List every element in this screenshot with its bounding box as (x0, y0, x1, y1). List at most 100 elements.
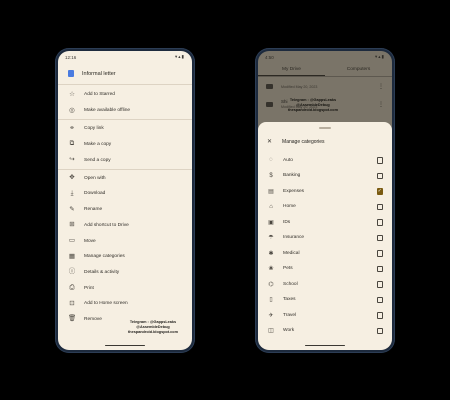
menu-item-label: Send a copy (84, 157, 111, 163)
expenses-icon: ▤ (268, 188, 274, 195)
category-item[interactable]: $ Banking (258, 168, 392, 184)
status-time: 4:50 (265, 54, 274, 60)
menu-item[interactable]: ⊡ Add to Home screen (58, 296, 192, 312)
link-icon: ⚭ (69, 124, 75, 132)
category-item[interactable]: ◫ Work (258, 323, 392, 339)
menu-item-label: Make a copy (84, 141, 112, 147)
sheet-header: ✕ Manage categories (258, 135, 392, 149)
right-phone: 4:50 ▾▴▮ My Drive Computers Modified May… (255, 48, 395, 353)
category-item[interactable]: ◌ Auto (258, 153, 392, 169)
category-checkbox[interactable] (376, 265, 383, 272)
menu-item[interactable]: ↪ Send a copy (58, 152, 192, 168)
menu-item[interactable]: ⚭ Copy link (58, 121, 192, 137)
download-icon: ⤓ (70, 189, 74, 197)
menu-item[interactable]: ⧉ Make a copy (58, 137, 192, 153)
category-label: Pets (283, 266, 293, 272)
drag-handle[interactable] (319, 127, 331, 129)
menu-item[interactable]: ⓘ Details & activity (58, 265, 192, 281)
menu-item-label: Add to Starred (84, 92, 115, 98)
left-phone: 12:16 ▾▴▮ Informal letter ☆ Add to Starre… (55, 48, 195, 353)
category-label: Insurance (283, 235, 305, 241)
category-checkbox[interactable] (376, 312, 383, 319)
category-label: School (283, 281, 298, 287)
category-checkbox[interactable] (376, 203, 383, 210)
category-checkbox[interactable] (376, 157, 383, 164)
menu-item[interactable]: ▭ Move (58, 233, 192, 249)
watermark-line: thespandroid.blogspot.com (128, 329, 178, 334)
more-options-icon[interactable]: ⋮ (378, 83, 384, 90)
category-label: Banking (283, 173, 301, 179)
category-checkbox[interactable] (376, 327, 383, 334)
more-options-icon[interactable]: ⋮ (378, 101, 384, 108)
category-checkbox[interactable] (376, 281, 383, 288)
menu-item[interactable]: ⤓ Download (58, 186, 192, 202)
category-item[interactable]: ▯ Taxes (258, 292, 392, 308)
send-icon: ↪ (69, 156, 75, 164)
category-label: Work (283, 328, 295, 334)
folder-icon (266, 101, 273, 107)
insurance-icon: ☂ (268, 235, 274, 242)
category-label: IDs (283, 219, 291, 225)
menu-divider (58, 119, 192, 120)
menu-item-label: Make available offline (84, 108, 131, 114)
home-screen-icon: ⊡ (69, 299, 75, 307)
menu-item-label: Add to Home screen (84, 301, 128, 307)
category-label: Expenses (283, 188, 305, 194)
work-icon: ◫ (268, 328, 274, 335)
category-label: Medical (283, 250, 300, 256)
travel-icon: ✈ (268, 312, 274, 319)
info-icon: ⓘ (68, 268, 76, 276)
category-item[interactable]: ⌬ School (258, 277, 392, 293)
auto-icon: ◌ (269, 157, 273, 164)
file-action-menu: ☆ Add to Starred ◎ Make available offline ⚭ C… (58, 85, 192, 327)
status-time: 12:16 (65, 54, 77, 60)
category-checkbox[interactable] (376, 219, 383, 226)
menu-item-label: Rename (84, 207, 103, 213)
file-modified: Modified May 20, 2023 (281, 84, 318, 89)
close-icon[interactable]: ✕ (267, 138, 272, 145)
ids-icon: ▣ (268, 219, 274, 226)
move-icon: ▭ (68, 237, 76, 245)
category-checkbox[interactable] (376, 234, 383, 241)
category-item[interactable]: ▣ IDs (258, 215, 392, 231)
menu-item[interactable]: ✎ Rename (58, 202, 192, 218)
right-screen: 4:50 ▾▴▮ My Drive Computers Modified May… (258, 51, 392, 350)
category-label: Home (283, 204, 296, 210)
category-item[interactable]: ✈ Travel (258, 308, 392, 324)
banking-icon: $ (269, 172, 273, 179)
menu-item[interactable]: ☆ Add to Starred (58, 87, 192, 103)
category-checkbox[interactable]: ✓ (376, 188, 383, 195)
print-icon: ⎙ (69, 284, 75, 292)
category-checkbox[interactable] (376, 172, 383, 179)
tab-computers[interactable]: Computers (325, 63, 392, 76)
tab-my-drive[interactable]: My Drive (258, 63, 325, 76)
menu-item[interactable]: ⊞ Add shortcut to Drive (58, 218, 192, 234)
file-header: Informal letter (58, 63, 192, 85)
rename-icon: ✎ (69, 205, 75, 213)
gesture-bar[interactable] (105, 344, 145, 346)
category-item[interactable]: ✱ Medical (258, 246, 392, 262)
category-checkbox[interactable] (376, 250, 383, 257)
manage-categories-sheet: ✕ Manage categories ◌ Auto $ Banking ▤ Expens… (258, 122, 392, 350)
status-icons: ▾▴▮ (375, 54, 385, 59)
menu-item[interactable]: ⎙ Print (58, 280, 192, 296)
menu-item[interactable]: ▦ Manage categories (58, 249, 192, 265)
category-item[interactable]: ❀ Pets (258, 261, 392, 277)
category-item[interactable]: ▤ Expenses ✓ (258, 184, 392, 200)
file-row[interactable]: Modified May 20, 2023 ⋮ (258, 77, 392, 95)
watermark: Telegram : @GappsLeaks @AssembleDebug thes… (288, 98, 338, 112)
category-label: Taxes (283, 297, 296, 303)
star-icon: ☆ (69, 90, 75, 98)
file-title: Informal letter (82, 70, 116, 77)
category-item[interactable]: ☂ Insurance (258, 230, 392, 246)
gesture-bar[interactable] (305, 344, 345, 346)
category-checkbox[interactable] (376, 296, 383, 303)
menu-item[interactable]: ◎ Make available offline (58, 103, 192, 119)
categories-icon: ▦ (68, 252, 76, 260)
menu-item[interactable]: ✥ Open with (58, 170, 192, 186)
offline-icon: ◎ (69, 106, 75, 114)
folder-icon (266, 83, 273, 89)
pets-icon: ❀ (268, 266, 274, 273)
left-screen: 12:16 ▾▴▮ Informal letter ☆ Add to Starre… (58, 51, 192, 350)
category-item[interactable]: ⌂ Home (258, 199, 392, 215)
